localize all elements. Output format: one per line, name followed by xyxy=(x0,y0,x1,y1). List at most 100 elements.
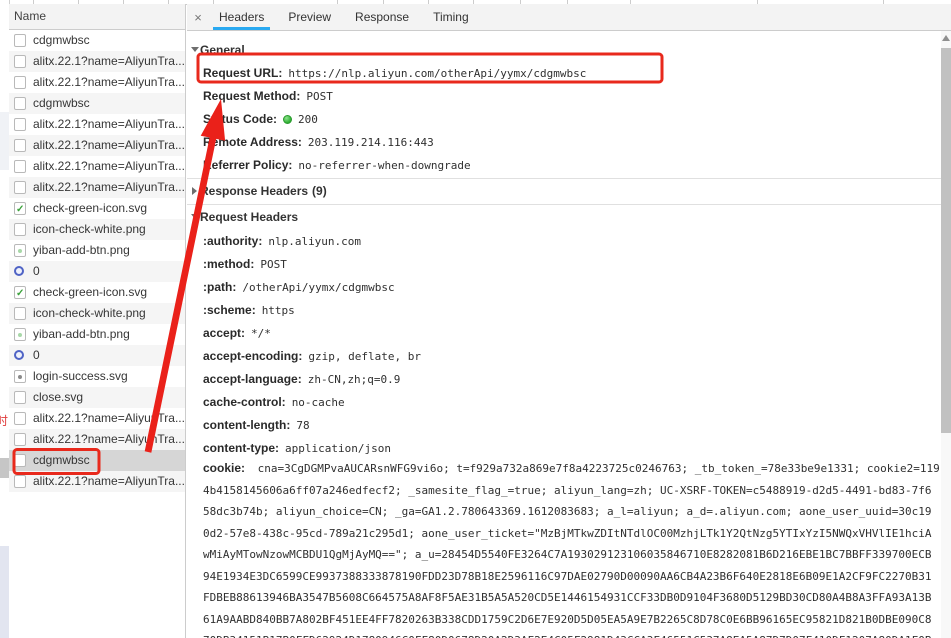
request-row-cdgmwbsc[interactable]: cdgmwbsc xyxy=(9,93,185,114)
document-icon xyxy=(14,181,26,194)
header-value: 200 xyxy=(298,113,318,126)
header-value: 78 xyxy=(296,419,309,432)
details-scrollbar[interactable] xyxy=(941,31,951,638)
general-section-title[interactable]: General xyxy=(200,39,245,62)
page-behind-block xyxy=(0,546,9,638)
header-value: 203.119.214.116:443 xyxy=(308,136,434,149)
header-name: :authority: xyxy=(203,234,262,248)
scrollbar-thumb[interactable] xyxy=(941,48,951,433)
request-row-0[interactable]: 0 xyxy=(9,261,185,282)
response-headers-section-title[interactable]: Response Headers (9) xyxy=(200,180,327,203)
document-icon xyxy=(14,118,26,131)
document-icon xyxy=(14,97,26,110)
request-row-alitx-22-1-name-aliyuntra-[interactable]: alitx.22.1?name=AliyunTra... xyxy=(9,114,185,135)
request-name-label: close.svg xyxy=(33,387,83,408)
request-row-0[interactable]: 0 xyxy=(9,345,185,366)
disclosure-right-icon[interactable] xyxy=(192,187,197,195)
request-row-close-svg[interactable]: close.svg xyxy=(9,387,185,408)
header-value: gzip, deflate, br xyxy=(308,350,421,363)
request-name-label: alitx.22.1?name=AliyunTra... xyxy=(33,429,185,450)
request-row-alitx-22-1-name-aliyuntra-[interactable]: alitx.22.1?name=AliyunTra... xyxy=(9,429,185,450)
scroll-up-icon[interactable] xyxy=(942,35,950,41)
request-name-label: alitx.22.1?name=AliyunTra... xyxy=(33,135,185,156)
request-row-alitx-22-1-name-aliyuntra-[interactable]: alitx.22.1?name=AliyunTra... xyxy=(9,135,185,156)
header-row: Remote Address:203.119.214.116:443 xyxy=(203,131,434,154)
request-row-yiban-add-btn-png[interactable]: yiban-add-btn.png xyxy=(9,324,185,345)
document-icon xyxy=(14,391,26,404)
page-behind-tint xyxy=(0,112,9,170)
document-icon xyxy=(14,223,26,236)
request-row-icon-check-white-png[interactable]: icon-check-white.png xyxy=(9,219,185,240)
document-icon xyxy=(14,55,26,68)
tab-timing[interactable]: Timing xyxy=(430,4,472,30)
header-row: Referrer Policy:no-referrer-when-downgra… xyxy=(203,154,471,177)
section-divider xyxy=(187,204,941,205)
header-value: https xyxy=(262,304,295,317)
name-column-header[interactable]: Name xyxy=(9,4,185,30)
tab-response[interactable]: Response xyxy=(352,4,412,30)
header-name: cache-control: xyxy=(203,395,286,409)
header-name: content-length: xyxy=(203,418,290,432)
request-name-label: login-success.svg xyxy=(33,366,128,387)
disclosure-down-icon[interactable] xyxy=(191,214,199,219)
document-icon xyxy=(14,475,26,488)
request-row-alitx-22-1-name-aliyuntra-[interactable]: alitx.22.1?name=AliyunTra... xyxy=(9,51,185,72)
request-name-label: alitx.22.1?name=AliyunTra... xyxy=(33,408,185,429)
request-row-cdgmwbsc[interactable]: cdgmwbsc xyxy=(9,450,185,471)
image-ring-icon xyxy=(14,265,26,278)
request-row-alitx-22-1-name-aliyuntra-[interactable]: alitx.22.1?name=AliyunTra... xyxy=(9,471,185,492)
request-name-label: yiban-add-btn.png xyxy=(33,240,130,261)
request-row-alitx-22-1-name-aliyuntra-[interactable]: alitx.22.1?name=AliyunTra... xyxy=(9,408,185,429)
disclosure-down-icon[interactable] xyxy=(191,47,199,52)
request-row-check-green-icon-svg[interactable]: check-green-icon.svg xyxy=(9,198,185,219)
document-icon xyxy=(14,307,26,320)
request-row-cdgmwbsc[interactable]: cdgmwbsc xyxy=(9,30,185,51)
header-name: accept-language: xyxy=(203,372,302,386)
cookie-line: 0d2-57e8-438c-95cd-789a21c295d1; aone_us… xyxy=(203,523,940,545)
header-name: :method: xyxy=(203,257,254,271)
header-name: accept-encoding: xyxy=(203,349,302,363)
header-name: :path: xyxy=(203,280,236,294)
request-name-label: alitx.22.1?name=AliyunTra... xyxy=(33,156,185,177)
header-name: Request Method: xyxy=(203,89,300,103)
header-row: content-length: 78 xyxy=(203,414,310,437)
header-row: :authority: nlp.aliyun.com xyxy=(203,230,361,253)
header-row: :method:POST xyxy=(203,253,287,276)
tab-headers[interactable]: Headers xyxy=(216,4,267,30)
request-row-icon-check-white-png[interactable]: icon-check-white.png xyxy=(9,303,185,324)
request-row-alitx-22-1-name-aliyuntra-[interactable]: alitx.22.1?name=AliyunTra... xyxy=(9,72,185,93)
header-row: Request URL:https://nlp.aliyun.com/other… xyxy=(203,62,586,85)
cookie-line: FDBEB88613946BA3547B5608C664575A8AF8F5AE… xyxy=(203,587,940,609)
request-row-alitx-22-1-name-aliyuntra-[interactable]: alitx.22.1?name=AliyunTra... xyxy=(9,177,185,198)
header-value: no-referrer-when-downgrade xyxy=(298,159,470,172)
response-headers-label: Response Headers xyxy=(200,184,308,198)
request-name-label: alitx.22.1?name=AliyunTra... xyxy=(33,51,185,72)
request-row-check-green-icon-svg[interactable]: check-green-icon.svg xyxy=(9,282,185,303)
request-name-label: icon-check-white.png xyxy=(33,219,146,240)
request-headers-section-title[interactable]: Request Headers xyxy=(200,206,298,229)
document-icon xyxy=(14,139,26,152)
response-headers-count: (9) xyxy=(312,184,327,198)
header-name: :scheme: xyxy=(203,303,256,317)
page-behind-red-text: 时 xyxy=(0,412,8,429)
document-icon xyxy=(14,412,26,425)
header-name: Request URL: xyxy=(203,66,282,80)
devtools-network-panel: 时 Name cdgmwbscalitx.22.1?name=AliyunTra… xyxy=(0,0,951,638)
request-row-alitx-22-1-name-aliyuntra-[interactable]: alitx.22.1?name=AliyunTra... xyxy=(9,156,185,177)
image-ring-icon xyxy=(14,349,26,362)
cookie-line: 4b4158145606a6ff07a246edfecf2; _samesite… xyxy=(203,480,940,502)
close-icon[interactable]: × xyxy=(189,10,207,25)
header-value: */* xyxy=(251,327,271,340)
request-name-label: yiban-add-btn.png xyxy=(33,324,130,345)
tab-preview[interactable]: Preview xyxy=(285,4,334,30)
header-value: no-cache xyxy=(292,396,345,409)
header-value: /otherApi/yymx/cdgmwbsc xyxy=(242,281,394,294)
cookie-line: 70DB34151B17B0FFD62924D1780946C0FF80D067… xyxy=(203,630,940,638)
header-name: cookie: xyxy=(203,461,245,475)
request-row-yiban-add-btn-png[interactable]: yiban-add-btn.png xyxy=(9,240,185,261)
image-check-icon xyxy=(14,286,26,299)
cookie-line: cookie: cna=3CgDGMPvaAUCARsnWFG9vi6o; t=… xyxy=(203,458,940,480)
request-name-label: cdgmwbsc xyxy=(33,450,90,471)
request-row-login-success-svg[interactable]: login-success.svg xyxy=(9,366,185,387)
header-value: nlp.aliyun.com xyxy=(268,235,361,248)
